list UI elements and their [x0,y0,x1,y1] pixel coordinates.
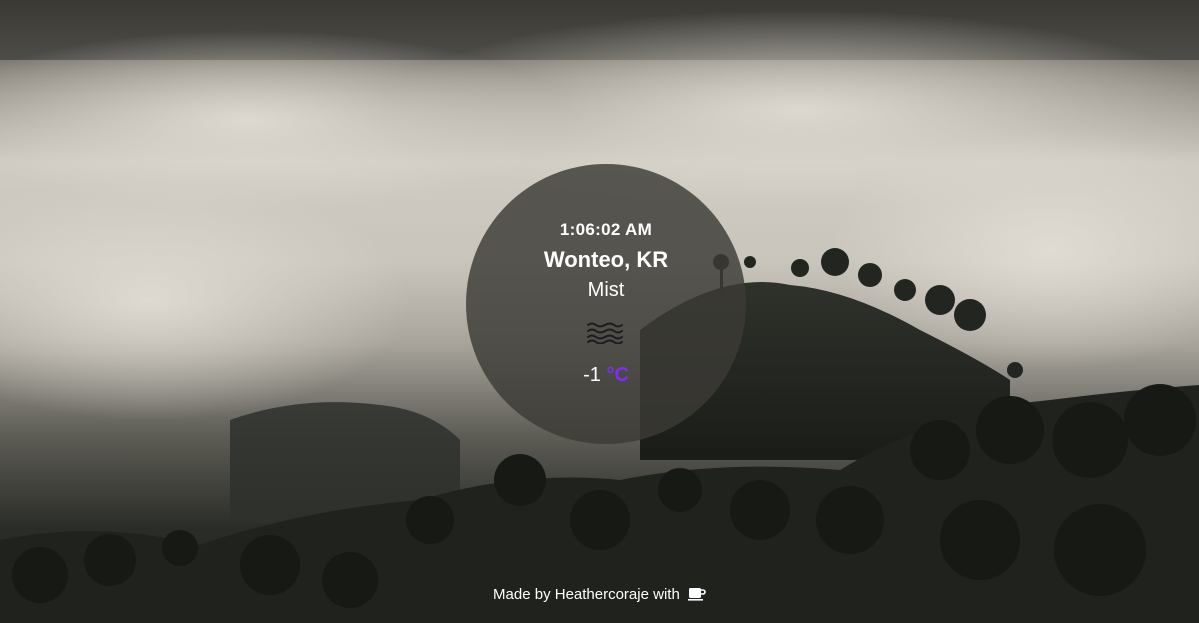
mist-icon [586,320,624,345]
footer-credit: Made by Heathercoraje with [493,586,680,603]
location-name: Wonteo, KR [543,247,669,272]
temperature: -1 °C [466,364,746,387]
coffee-icon [687,587,706,605]
weather-card: 1:06:02 AM Wonteo, KR Mist -1 °C [466,164,746,444]
current-time: 1:06:02 AM [559,220,653,239]
footer: Made by Heathercoraje with [0,586,1199,605]
weather-condition: Mist [587,279,625,301]
temperature-value: -1 [583,364,601,386]
temperature-unit-toggle[interactable]: °C [606,364,628,386]
